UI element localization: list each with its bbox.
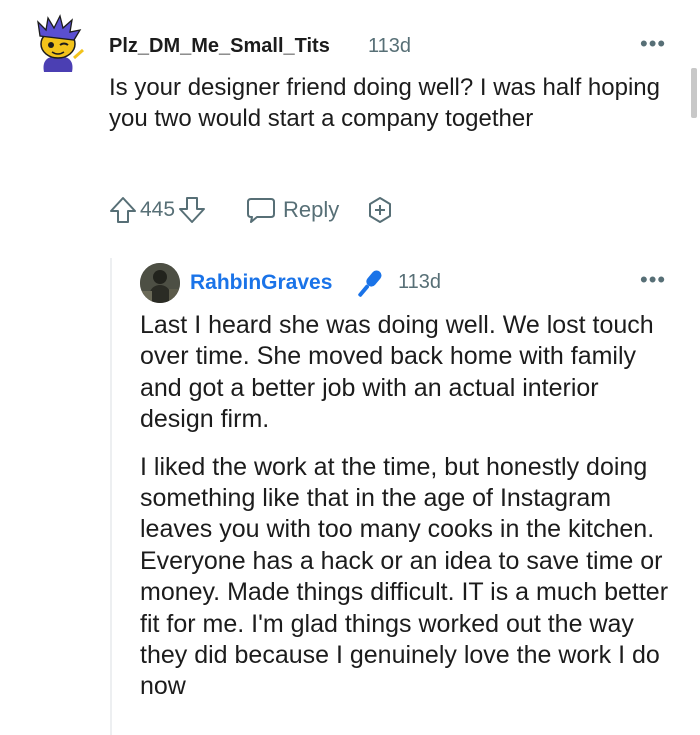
reply-button[interactable]: Reply [245, 195, 339, 225]
reply-label: Reply [283, 197, 340, 222]
snoo-avatar-icon [37, 14, 84, 72]
thread-line[interactable] [110, 258, 112, 735]
reply-paragraph: I liked the work at the time, but honest… [140, 452, 669, 701]
downvote-arrow-icon[interactable] [177, 195, 207, 225]
comment-username[interactable]: Plz_DM_Me_Small_Tits [109, 35, 330, 58]
microphone-icon [349, 266, 387, 307]
speech-bubble-icon [245, 195, 277, 225]
reply-paragraph: Last I heard she was doing well. We lost… [140, 311, 654, 434]
reply-more-dots-icon[interactable]: ••• [640, 269, 666, 291]
comment-actions: 445 Reply [108, 193, 395, 227]
upvote-arrow-icon[interactable] [108, 195, 138, 225]
award-plus-icon[interactable] [365, 195, 395, 225]
avatar[interactable] [30, 14, 86, 74]
scrollbar-thumb[interactable] [691, 68, 697, 118]
reply-avatar[interactable] [140, 263, 180, 303]
comment-body: Is your designer friend doing well? I wa… [109, 74, 660, 132]
reply-body: Last I heard she was doing well. We lost… [140, 310, 675, 719]
user-photo-icon [140, 263, 180, 303]
reply-username[interactable]: RahbinGraves [190, 271, 332, 295]
vote-count: 445 [140, 198, 176, 221]
comment-timestamp: 113d [368, 35, 412, 57]
more-dots-icon[interactable]: ••• [640, 33, 666, 55]
reply-timestamp: 113d [398, 271, 442, 293]
